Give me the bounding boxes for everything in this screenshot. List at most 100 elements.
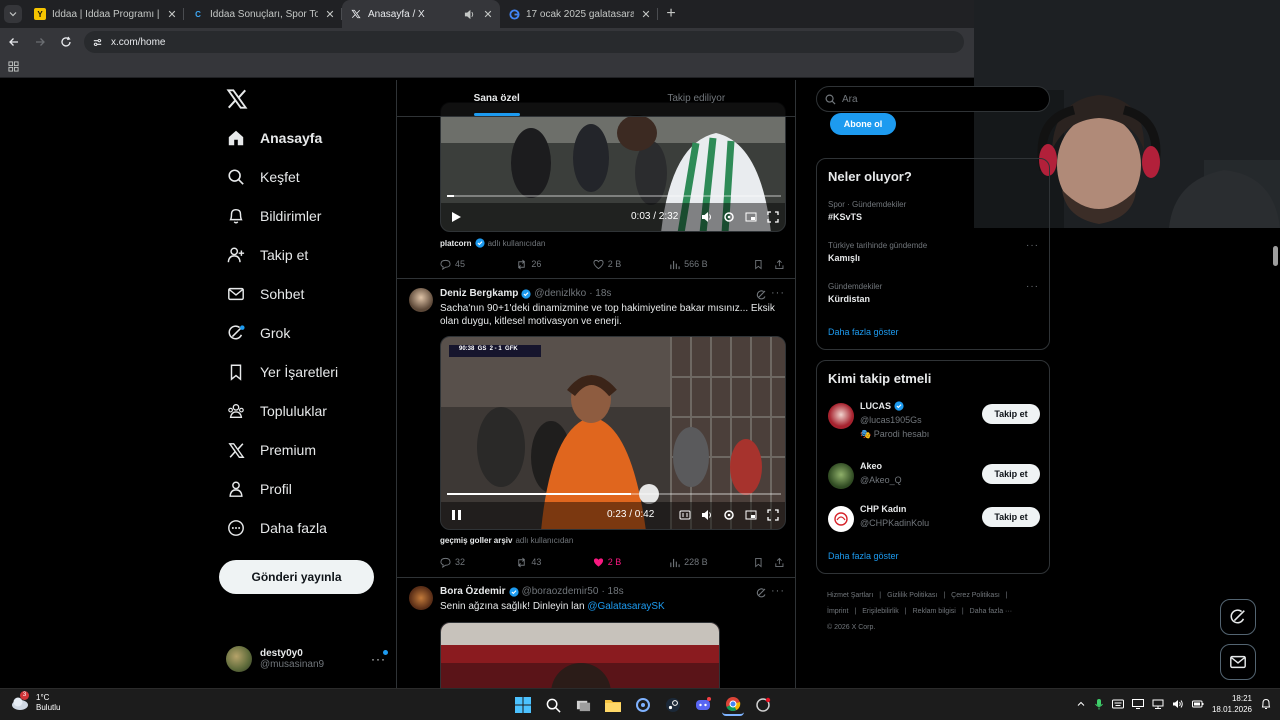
follow-button[interactable]: Takip et — [982, 464, 1040, 484]
more-options-icon[interactable]: ··· — [771, 585, 785, 597]
captions-icon[interactable] — [679, 509, 691, 521]
video-progress-2[interactable] — [447, 493, 781, 495]
fullscreen-icon[interactable] — [767, 509, 779, 521]
reply-button[interactable]: 32 — [440, 557, 516, 568]
trend-item-2[interactable]: Kamışlı — [828, 253, 860, 263]
avatar[interactable] — [409, 288, 433, 312]
account-switcher[interactable]: desty0y0 @musasinan9 ··· — [226, 642, 388, 676]
post-button[interactable]: Gönderi yayınla — [219, 560, 374, 594]
windows-start-icon[interactable] — [512, 694, 534, 716]
nav-explore[interactable]: Keşfet — [226, 163, 300, 191]
reload-button[interactable] — [54, 30, 78, 54]
repost-button[interactable]: 43 — [516, 557, 592, 568]
volume-icon[interactable] — [1172, 699, 1184, 709]
post-time[interactable]: · 18s — [589, 288, 611, 299]
volume-icon[interactable] — [701, 211, 713, 223]
x-logo-icon[interactable] — [226, 88, 250, 112]
play-icon[interactable] — [451, 211, 462, 223]
site-settings-icon[interactable] — [92, 37, 103, 48]
search-icon[interactable] — [542, 694, 564, 716]
nav-bookmarks[interactable]: Yer İşaretleri — [226, 358, 338, 386]
url-bar[interactable]: x.com/home — [84, 31, 964, 53]
author-name[interactable]: Bora Özdemir — [440, 586, 506, 597]
footer-link[interactable]: Hizmet Şartları — [827, 592, 873, 599]
search-input[interactable]: Ara — [816, 86, 1050, 112]
like-button[interactable]: 2 B — [593, 557, 669, 568]
like-button[interactable]: 2 B — [593, 259, 669, 270]
follow-suggestion[interactable]: LUCAS @lucas1905Gs 🎭 Parodi hesabı Takip… — [828, 401, 1040, 441]
show-more-trends[interactable]: Daha fazla göster — [828, 327, 899, 337]
tab-for-you[interactable]: Sana özel — [397, 80, 597, 116]
trend-item-1[interactable]: #KSvTS — [828, 212, 862, 222]
apps-grid-icon[interactable] — [8, 61, 19, 72]
nav-profile[interactable]: Profil — [226, 475, 292, 503]
pip-icon[interactable] — [745, 211, 757, 223]
browser-tab-google[interactable]: 17 ocak 2025 galatasaray - Google ✕ — [500, 0, 658, 28]
nav-follow[interactable]: Takip et — [226, 241, 308, 269]
microphone-icon[interactable] — [1094, 698, 1104, 710]
video-player-2[interactable]: 90:38 GS 2 - 1 GFK 0:23 / 0:42 — [440, 336, 786, 530]
author-handle[interactable]: @denizlkko — [534, 288, 586, 299]
forward-button[interactable] — [28, 30, 52, 54]
footer-link[interactable]: Daha fazla ··· — [970, 608, 1012, 615]
grok-floating-button[interactable] — [1220, 599, 1256, 635]
nav-notifications[interactable]: Bildirimler — [226, 202, 321, 230]
page-scrollbar[interactable] — [1270, 228, 1280, 688]
grok-icon[interactable] — [755, 289, 767, 301]
discord-icon[interactable] — [692, 694, 714, 716]
settings-app-icon[interactable] — [632, 694, 654, 716]
attribution-user[interactable]: platcorn — [440, 239, 472, 248]
subscribe-button[interactable]: Abone ol — [830, 113, 896, 135]
attribution-user[interactable]: geçmiş goller arşiv — [440, 536, 512, 545]
footer-link[interactable]: Erişilebilirlik — [862, 608, 899, 615]
task-view-icon[interactable] — [572, 694, 594, 716]
video-player-1[interactable]: 0:03 / 2:32 — [440, 102, 786, 232]
follow-button[interactable]: Takip et — [982, 507, 1040, 527]
app-icon[interactable] — [752, 694, 774, 716]
weather-widget[interactable]: 3 1°C Bulutlu — [10, 691, 60, 713]
close-tab-icon[interactable]: ✕ — [166, 8, 178, 21]
tab-search-button[interactable] — [0, 0, 26, 28]
reply-button[interactable]: 45 — [440, 259, 516, 270]
footer-link[interactable]: Çerez Politikası — [951, 592, 1000, 599]
nav-grok[interactable]: Grok — [226, 319, 290, 347]
settings-icon[interactable] — [723, 211, 735, 223]
scrollbar-thumb[interactable] — [1273, 246, 1278, 266]
share-icon[interactable] — [774, 259, 785, 270]
browser-tab-sonuclar[interactable]: C İddaa Sonuçları, Spor Toto Süper Lig ✕ — [184, 0, 342, 28]
nav-messages[interactable]: Sohbet — [226, 280, 304, 308]
close-tab-icon[interactable]: ✕ — [640, 8, 652, 21]
views-button[interactable]: 228 B — [669, 557, 747, 568]
more-options-icon[interactable]: ··· — [1026, 240, 1039, 251]
video-progress-1[interactable] — [447, 195, 781, 197]
settings-icon[interactable] — [723, 509, 735, 521]
display-icon[interactable] — [1131, 699, 1144, 709]
follow-suggestion[interactable]: CHP Kadın @CHPKadinKolu Takip et — [828, 504, 1040, 544]
avatar[interactable] — [409, 586, 433, 610]
trend-item-3[interactable]: Kürdistan — [828, 294, 870, 304]
clock[interactable]: 18:21 18.01.2026 — [1212, 693, 1252, 715]
pause-icon[interactable] — [451, 509, 462, 521]
pip-icon[interactable] — [745, 509, 757, 521]
footer-link[interactable]: Reklam bilgisi — [913, 608, 956, 615]
file-explorer-icon[interactable] — [602, 694, 624, 716]
nav-communities[interactable]: Topluluklar — [226, 397, 327, 425]
views-button[interactable]: 566 B — [669, 259, 747, 270]
more-options-icon[interactable]: ··· — [771, 287, 785, 299]
bookmark-icon[interactable] — [753, 557, 764, 568]
mention-link[interactable]: @GalatasaraySK — [587, 601, 664, 612]
chevron-up-icon[interactable] — [1076, 699, 1086, 709]
show-more-suggestions[interactable]: Daha fazla göster — [828, 551, 899, 561]
network-icon[interactable] — [1152, 699, 1164, 709]
battery-icon[interactable] — [1191, 699, 1204, 709]
nav-more[interactable]: Daha fazla — [226, 514, 327, 542]
nav-premium[interactable]: Premium — [226, 436, 316, 464]
grok-icon[interactable] — [755, 587, 767, 599]
follow-button[interactable]: Takip et — [982, 404, 1040, 424]
fullscreen-icon[interactable] — [767, 211, 779, 223]
bookmark-icon[interactable] — [753, 259, 764, 270]
author-name[interactable]: Deniz Bergkamp — [440, 288, 518, 299]
browser-tab-iddaa[interactable]: Y İddaa | İddaa Programı | Canlı İddaa ✕ — [26, 0, 184, 28]
keyboard-icon[interactable] — [1111, 699, 1124, 709]
share-icon[interactable] — [774, 557, 785, 568]
